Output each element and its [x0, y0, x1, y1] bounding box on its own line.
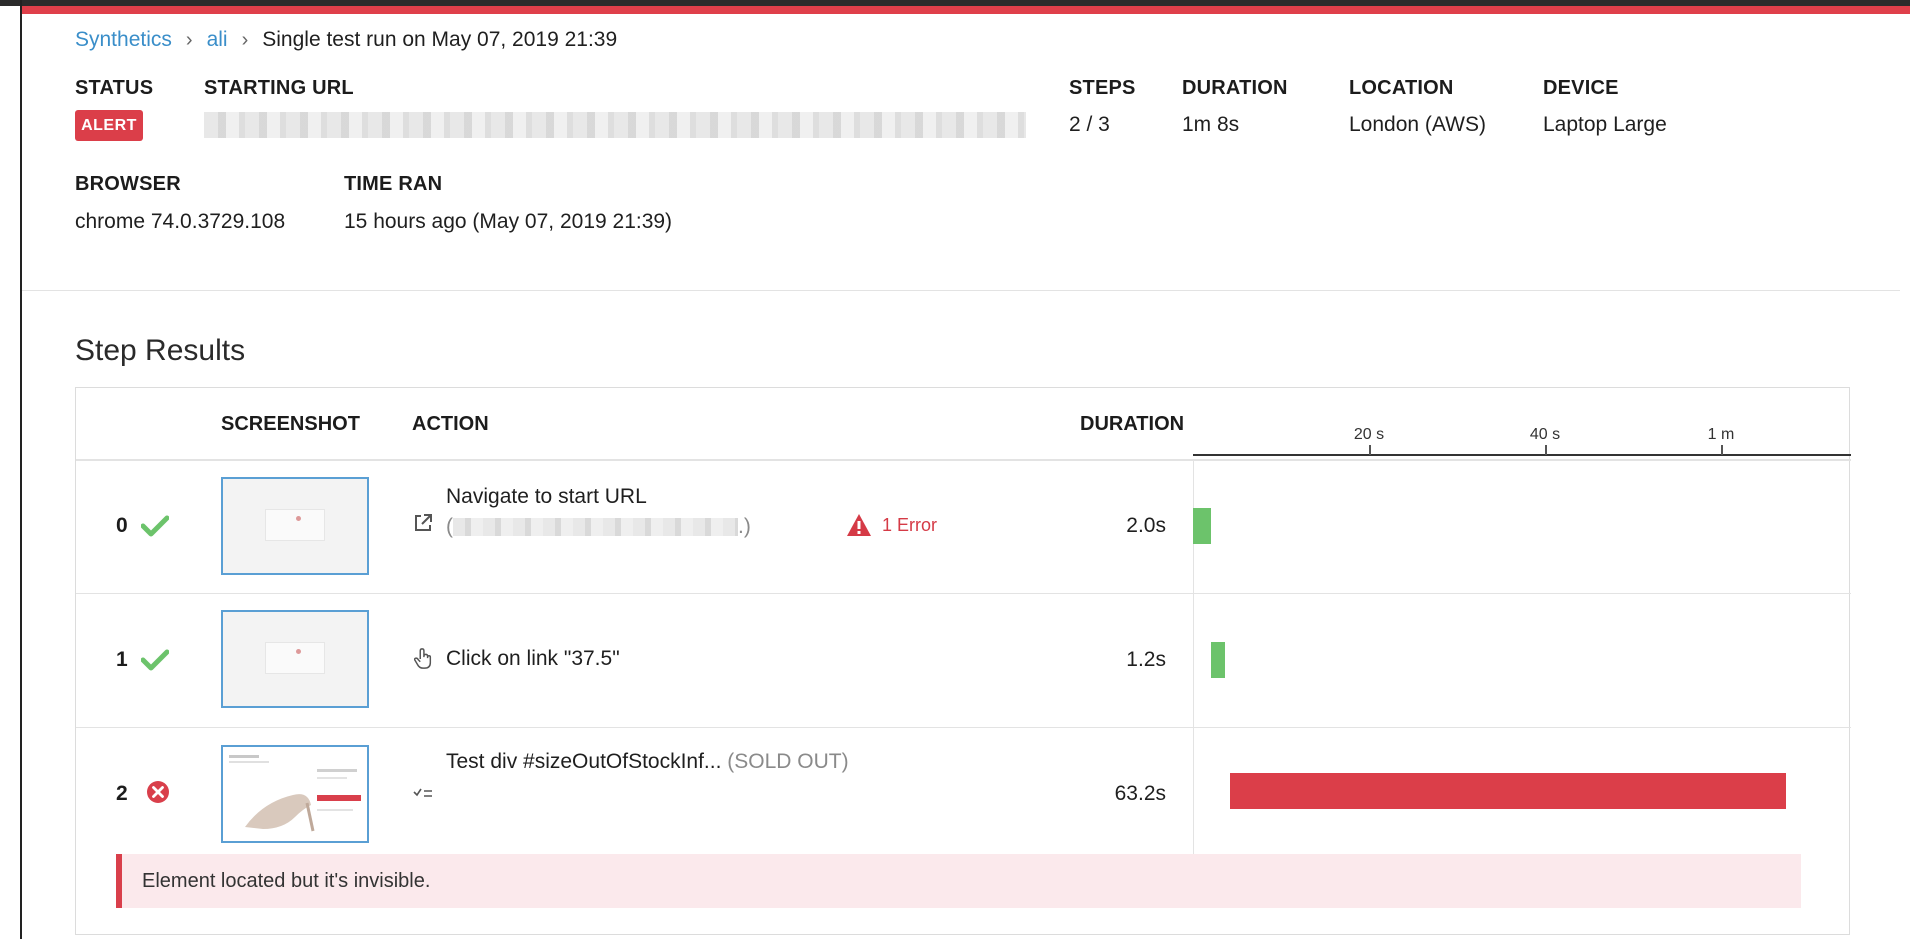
table-row[interactable]: 1 Click on link "37.5" 1.2s	[76, 594, 1851, 727]
chevron-right-icon: ›	[241, 28, 249, 51]
assertion-icon	[413, 788, 432, 797]
duration-value: 1m 8s	[1182, 113, 1240, 136]
step-error-message: Element located but it's invisible.	[116, 854, 1801, 908]
browser-value: chrome 74.0.3729.108	[75, 210, 286, 233]
duration-label: DURATION	[1182, 77, 1288, 99]
step-duration: 1.2s	[1126, 648, 1166, 671]
paren-close: .)	[738, 515, 751, 538]
status-label: STATUS	[75, 77, 154, 99]
timeline-tick-label: 40 s	[1529, 426, 1561, 443]
section-divider	[22, 290, 1900, 291]
timeline-tick	[1721, 445, 1723, 455]
timeline-bar	[1229, 773, 1787, 809]
error-circle-icon	[147, 781, 169, 803]
step-action-label: Navigate to start URL	[446, 485, 647, 508]
step-action-url: (.)	[446, 512, 751, 542]
device-value: Laptop Large	[1543, 113, 1667, 136]
starting-url-label: STARTING URL	[204, 77, 354, 99]
timeline-tick-label: 20 s	[1353, 426, 1385, 443]
step-screenshot-thumbnail[interactable]	[221, 745, 369, 843]
step-index: 0	[116, 514, 128, 537]
external-link-icon	[415, 514, 432, 531]
check-icon	[141, 515, 169, 537]
warning-triangle-icon	[847, 514, 871, 536]
starting-url-value-redacted	[204, 112, 1026, 138]
step-error-flag[interactable]: 1 Error	[846, 513, 937, 537]
step-duration: 63.2s	[1114, 782, 1166, 805]
location-value: London (AWS)	[1349, 113, 1486, 136]
step-action-label: Click on link "37.5"	[446, 647, 620, 670]
step-action-label: Test div #sizeOutOfStockInf...	[446, 750, 722, 773]
step-action: Navigate to start URL (.)	[446, 482, 751, 542]
error-message-text: Element located but it's invisible.	[142, 869, 431, 892]
step-action: Test div #sizeOutOfStockInf... (SOLD OUT…	[446, 747, 866, 777]
steps-value: 2 / 3	[1069, 113, 1110, 136]
timeline-axis	[1193, 454, 1851, 456]
status-badge: ALERT	[75, 110, 143, 141]
time-ran-value: 15 hours ago (May 07, 2019 21:39)	[344, 210, 673, 233]
breadcrumb: Synthetics › ali › Single test run on Ma…	[75, 28, 617, 52]
breadcrumb-current: Single test run on May 07, 2019 21:39	[262, 28, 618, 51]
location-label: LOCATION	[1349, 77, 1454, 99]
device-label: DEVICE	[1543, 77, 1619, 99]
timeline-bar	[1210, 642, 1225, 678]
start-url-redacted	[453, 518, 738, 537]
timeline-tick-label: 1 m	[1707, 426, 1735, 443]
table-row[interactable]: 0 Navigate to start URL (.) 1 Error 2.0s	[76, 460, 1851, 593]
step-screenshot-thumbnail[interactable]	[221, 477, 369, 575]
window-left-border	[20, 0, 22, 939]
paren-open: (	[446, 515, 453, 538]
alert-status-strip	[22, 6, 1910, 14]
error-count: 1 Error	[882, 514, 938, 535]
table-row[interactable]: 2 Test div #sizeOutOfStockInf... (SOLD O…	[76, 728, 1851, 936]
step-results-table: SCREENSHOT ACTION DURATION 20 s 40 s 1 m 0…	[75, 387, 1851, 936]
timeline-bar	[1193, 508, 1211, 544]
step-results-title: Step Results	[75, 334, 246, 367]
check-icon	[141, 649, 169, 671]
browser-label: BROWSER	[75, 173, 181, 195]
column-header-duration: DURATION	[1080, 413, 1185, 435]
pointer-hand-icon	[413, 648, 432, 669]
step-index: 1	[116, 648, 128, 671]
timeline-tick	[1369, 445, 1371, 455]
step-screenshot-thumbnail[interactable]	[221, 610, 369, 708]
step-action-detail: (SOLD OUT)	[727, 750, 849, 773]
time-ran-label: TIME RAN	[344, 173, 443, 195]
column-header-action: ACTION	[412, 413, 489, 435]
shoe-screenshot-image	[229, 755, 361, 832]
breadcrumb-synthetics[interactable]: Synthetics	[75, 28, 172, 52]
step-duration: 2.0s	[1126, 514, 1166, 537]
timeline-tick	[1545, 445, 1547, 455]
chevron-right-icon: ›	[185, 28, 193, 51]
steps-label: STEPS	[1069, 77, 1136, 99]
column-header-screenshot: SCREENSHOT	[221, 413, 360, 435]
breadcrumb-test[interactable]: ali	[207, 28, 228, 52]
step-index: 2	[116, 782, 128, 805]
